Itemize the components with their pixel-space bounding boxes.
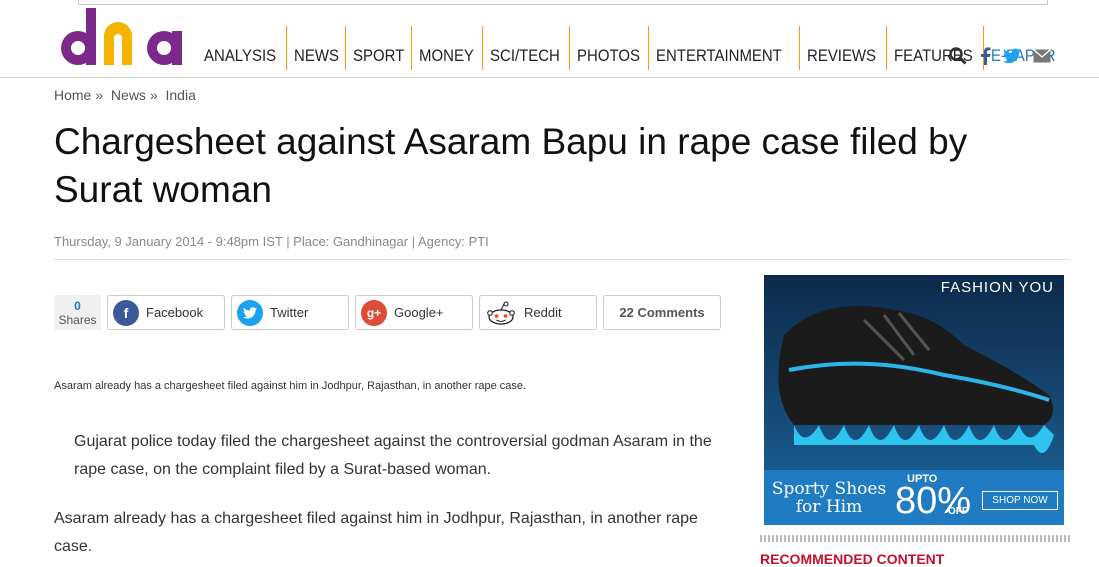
comments-button[interactable]: 22 Comments (603, 295, 721, 330)
shares-counter: 0 Shares (54, 295, 101, 330)
nav-photos[interactable]: PHOTOS (570, 26, 647, 70)
reddit-share-label: Reddit (524, 305, 562, 320)
article-meta: Thursday, 9 January 2014 - 9:48pm IST | … (54, 234, 489, 249)
nav-scitech[interactable]: SCI/TECH (483, 26, 567, 70)
site-header: ANALYSIS NEWS SPORT MONEY SCI/TECH PHOTO… (0, 0, 1099, 78)
reddit-icon (485, 299, 517, 326)
shoe-image (778, 305, 1054, 453)
comments-label: 22 Comments (619, 305, 705, 320)
nav-news[interactable]: NEWS (287, 26, 346, 70)
breadcrumb-news[interactable]: News » (111, 87, 158, 103)
google-share-label: Google+ (394, 305, 444, 320)
twitter-icon (237, 299, 263, 326)
breadcrumb-home[interactable]: Home » (54, 87, 103, 103)
header-icons (949, 46, 1051, 66)
article-paragraph: Asaram already has a chargesheet filed a… (54, 510, 698, 555)
mail-icon[interactable] (1033, 46, 1051, 66)
facebook-share-label: Facebook (146, 305, 204, 320)
nav-sport[interactable]: SPORT (346, 26, 411, 70)
sidebar-divider (760, 535, 1070, 542)
dna-logo[interactable] (58, 6, 190, 70)
breadcrumb-india[interactable]: India (166, 87, 196, 103)
search-icon[interactable] (949, 46, 967, 66)
nav-entertainment[interactable]: ENTERTAINMENT (649, 26, 789, 70)
main-nav: ANALYSIS NEWS SPORT MONEY SCI/TECH PHOTO… (197, 26, 1064, 70)
ad-shop-now-button[interactable]: SHOP NOW (982, 491, 1058, 510)
facebook-icon[interactable] (979, 46, 991, 66)
google-share-button[interactable]: g+ Google+ (355, 295, 473, 330)
twitter-icon[interactable] (1003, 46, 1021, 66)
recommended-heading: RECOMMENDED CONTENT (760, 551, 945, 567)
shares-count: 0 (74, 298, 81, 313)
ad-off: OFF (948, 506, 968, 517)
shares-label: Shares (58, 312, 97, 327)
facebook-share-button[interactable]: f Facebook (107, 295, 225, 330)
twitter-share-button[interactable]: Twitter (231, 295, 349, 330)
image-caption: Asaram already has a chargesheet filed a… (54, 380, 527, 392)
nav-money[interactable]: MONEY (412, 26, 481, 70)
google-plus-icon: g+ (361, 299, 387, 326)
twitter-share-label: Twitter (270, 305, 309, 320)
nav-analysis[interactable]: ANALYSIS (197, 26, 283, 70)
divider (54, 259, 1070, 260)
article-title: Chargesheet against Asaram Bapu in rape … (54, 121, 968, 210)
nav-reviews[interactable]: REVIEWS (800, 26, 883, 70)
ad-cta-label: SHOP NOW (992, 495, 1048, 506)
breadcrumb: Home » News » India (54, 87, 200, 103)
facebook-icon: f (113, 299, 139, 326)
advertisement[interactable]: FASHION YOU Sporty Shoes for Him UPTO 80… (764, 275, 1064, 525)
article-lead-quote: Gujarat police today filed the chargeshe… (74, 433, 712, 478)
reddit-share-button[interactable]: Reddit (479, 295, 597, 330)
ad-offer-panel: Sporty Shoes for Him UPTO 80% OFF SHOP N… (764, 470, 1064, 525)
ad-tagline: Sporty Shoes for Him (771, 479, 887, 517)
ad-brand: FASHION YOU (940, 279, 1054, 296)
